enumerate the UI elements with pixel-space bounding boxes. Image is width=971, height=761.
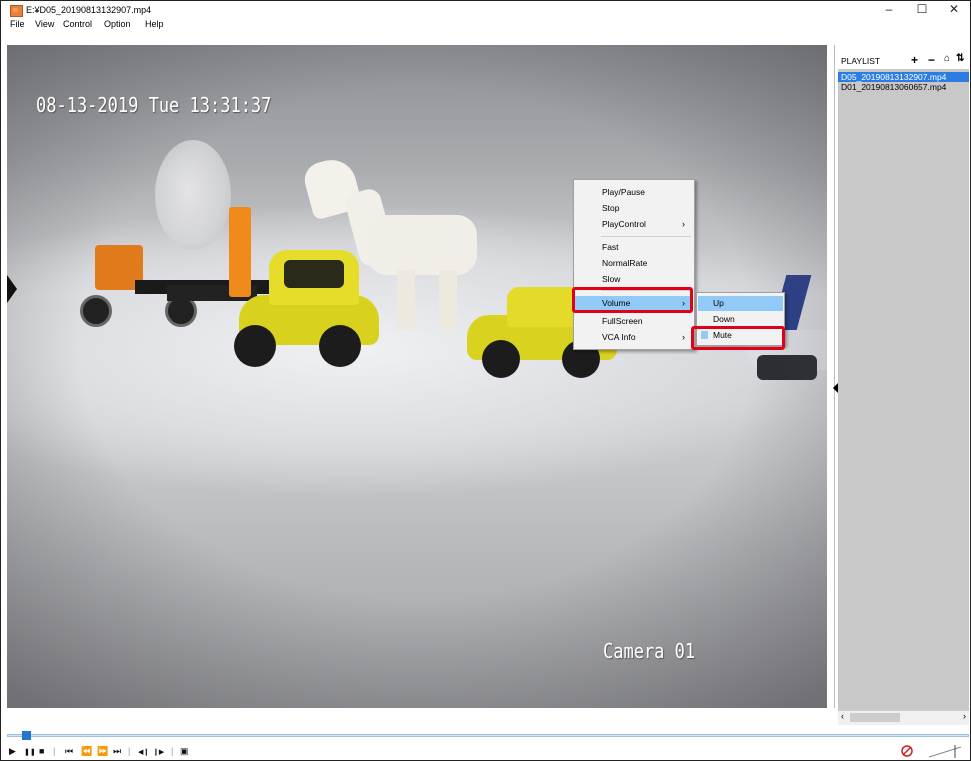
osd-timestamp: 08-13-2019 Tue 13:31:37 — [36, 93, 272, 117]
frame-back-icon[interactable]: ◀❙ — [138, 748, 149, 756]
left-collapse-arrow[interactable] — [7, 275, 17, 303]
menu-file[interactable]: File — [10, 19, 25, 29]
playlist-title: PLAYLIST — [841, 56, 881, 66]
ctx-stop[interactable]: Stop — [575, 201, 693, 215]
volume-slider[interactable] — [925, 743, 965, 759]
volume-down[interactable]: Down — [698, 312, 783, 327]
submenu-arrow-icon: › — [682, 219, 685, 229]
seek-track[interactable] — [7, 734, 969, 737]
maximize-button[interactable]: ☐ — [907, 1, 937, 18]
frame-forward-icon[interactable]: ❙▶ — [153, 748, 164, 756]
separator-icon: | — [128, 746, 131, 756]
scroll-right-icon[interactable]: › — [963, 711, 966, 721]
seek-thumb[interactable] — [22, 731, 31, 740]
context-menu: Play/Pause Stop PlayControl › Fast Normal… — [573, 179, 695, 350]
pause-icon[interactable]: ❚❚ — [24, 748, 36, 756]
separator-icon: | — [53, 746, 56, 756]
window-title: E:¥D05_20190813132907.mp4 — [26, 5, 152, 15]
menu-separator — [601, 236, 691, 237]
menu-control[interactable]: Control — [63, 19, 92, 29]
rewind-icon[interactable]: ⏪ — [81, 746, 92, 757]
osd-camera-name: Camera 01 — [603, 639, 696, 663]
fast-forward-icon[interactable]: ⏩ — [97, 746, 108, 757]
menu-help[interactable]: Help — [145, 19, 164, 29]
close-button[interactable]: ✕ — [939, 1, 969, 18]
app-icon — [10, 5, 23, 17]
scroll-left-icon[interactable]: ‹ — [841, 711, 844, 721]
ctx-fast[interactable]: Fast — [575, 240, 693, 254]
ctx-fullscreen[interactable]: FullScreen — [575, 314, 693, 328]
panel-splitter[interactable] — [827, 45, 835, 708]
video-vignette — [7, 45, 827, 708]
annotation-volume-highlight — [572, 287, 693, 313]
playlist-panel: PLAYLIST + − ⌂ ⇅ D05_20190813132907.mp4 … — [838, 45, 969, 710]
playlist-sort-button[interactable]: ⇅ — [956, 53, 964, 64]
video-display[interactable]: 08-13-2019 Tue 13:31:37 Camera 01 — [7, 45, 827, 708]
snapshot-icon[interactable]: ▣ — [180, 746, 189, 757]
menu-option[interactable]: Option — [104, 19, 131, 29]
title-bar: E:¥D05_20190813132907.mp4 – ☐ ✕ — [1, 1, 970, 18]
ctx-vca-info[interactable]: VCA Info › — [575, 330, 693, 344]
ctx-play-pause[interactable]: Play/Pause — [575, 185, 693, 199]
ctx-play-control[interactable]: PlayControl › — [575, 217, 693, 231]
scrollbar-thumb[interactable] — [850, 713, 900, 722]
play-icon[interactable]: ▶ — [9, 746, 16, 757]
ctx-normal-rate[interactable]: NormalRate — [575, 256, 693, 270]
playlist-item[interactable]: D05_20190813132907.mp4 — [838, 72, 969, 82]
menu-view[interactable]: View — [35, 19, 54, 29]
playlist-horizontal-scrollbar[interactable]: ‹ › — [838, 710, 969, 725]
minimize-button[interactable]: – — [874, 1, 904, 18]
volume-up[interactable]: Up — [698, 296, 783, 311]
menu-bar: File View Control Option Help — [1, 18, 970, 31]
separator-icon: | — [171, 746, 174, 756]
playlist-add-button[interactable]: + — [911, 53, 918, 67]
annotation-mute-highlight — [691, 326, 785, 350]
playback-controls: ▶ ❚❚ ■ | ⏮ ⏪ ⏩ ⏭ | ◀❙ ❙▶ | ▣ — [0, 741, 971, 761]
playlist-remove-button[interactable]: − — [928, 53, 935, 67]
seek-bar[interactable] — [7, 731, 969, 740]
mute-status-icon[interactable] — [900, 744, 914, 758]
playlist-header: PLAYLIST + − ⌂ ⇅ — [838, 45, 969, 69]
stop-icon[interactable]: ■ — [39, 746, 44, 756]
playlist-list: D05_20190813132907.mp4 D01_2019081306065… — [838, 72, 969, 92]
previous-icon[interactable]: ⏮ — [65, 746, 73, 757]
submenu-arrow-icon: › — [682, 332, 685, 342]
playlist-lock-button[interactable]: ⌂ — [944, 53, 950, 64]
playlist-item[interactable]: D01_20190813060657.mp4 — [838, 82, 969, 92]
ctx-slow[interactable]: Slow — [575, 272, 693, 286]
next-icon[interactable]: ⏭ — [113, 746, 121, 757]
